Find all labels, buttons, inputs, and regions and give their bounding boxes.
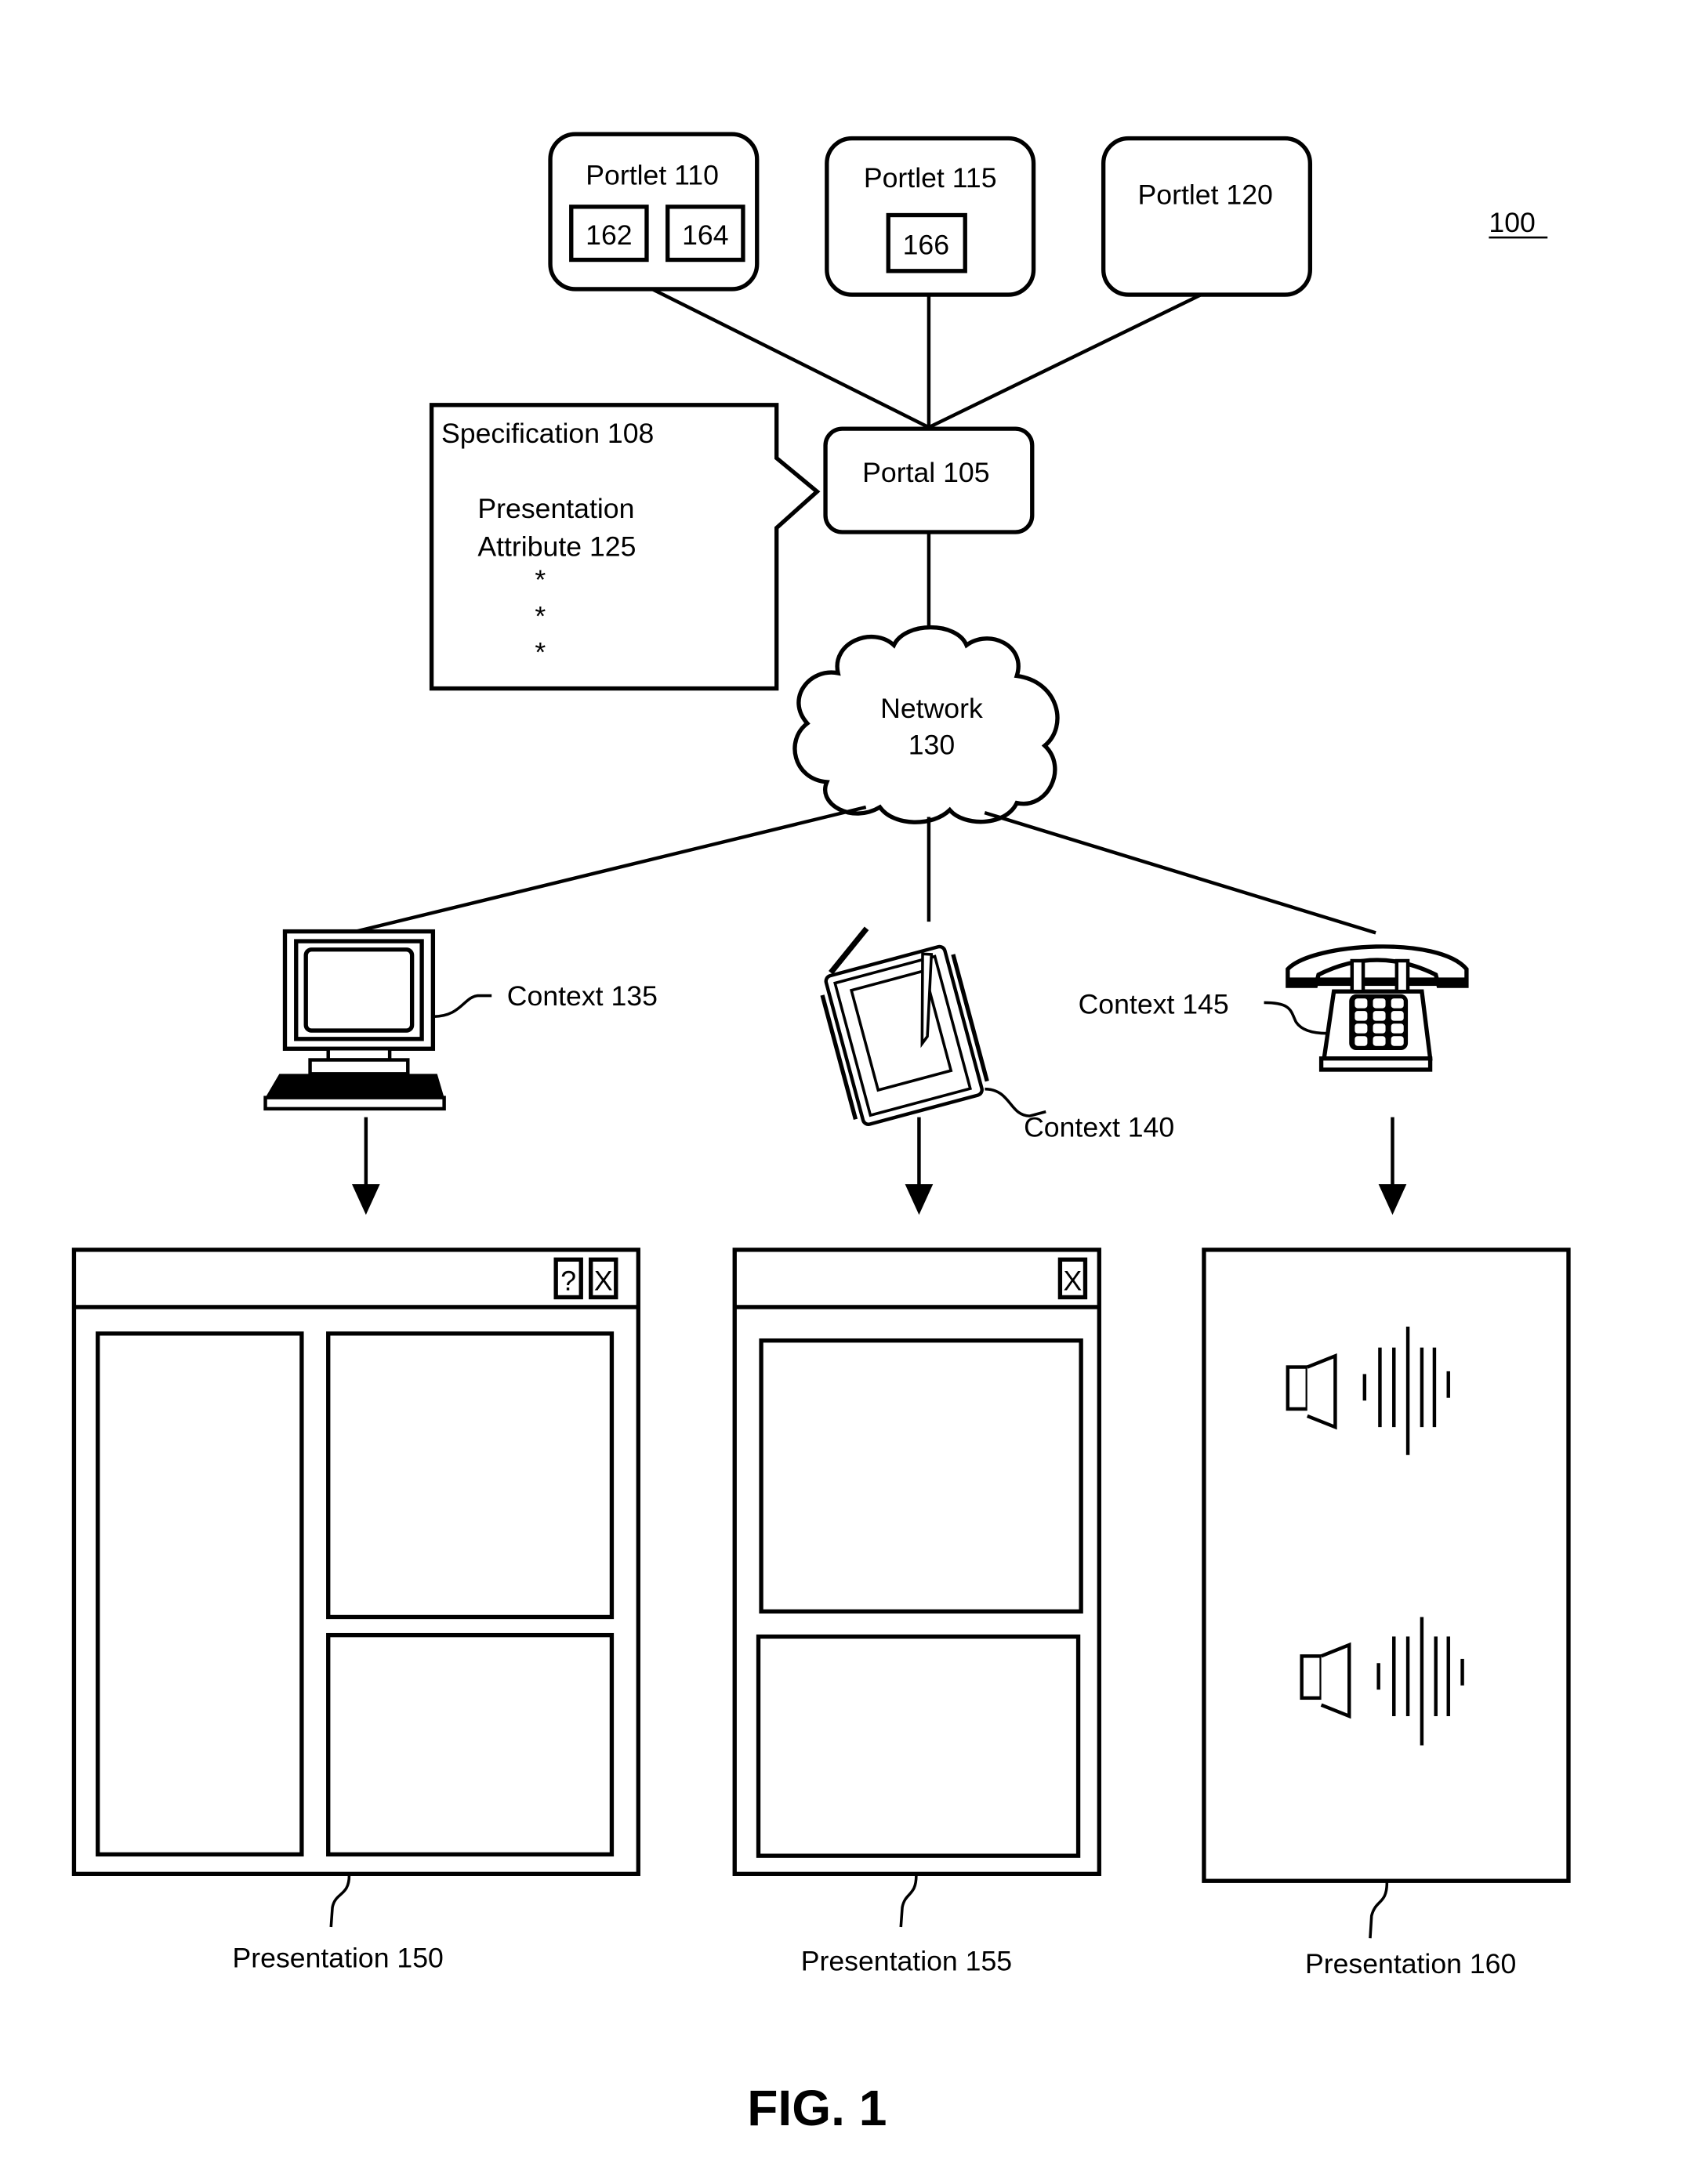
content-pane-top: [759, 1338, 1083, 1614]
help-icon: ?: [560, 1266, 576, 1297]
cloud-icon: [792, 625, 1060, 824]
pda-icon: [820, 926, 1046, 1126]
telephone-icon: [1264, 944, 1469, 1072]
portlet-120[interactable]: Portlet 120: [1101, 136, 1313, 297]
patent-diagram: 100 Portlet 110 162 164 Portlet 115 166 …: [71, 132, 1571, 2136]
portlet-120-label: Portlet 120: [1138, 179, 1273, 210]
content-pane-left: [96, 1331, 304, 1857]
presentation-160-window[interactable]: [1202, 1248, 1571, 1883]
portlet-115-label: Portlet 115: [864, 162, 997, 194]
context-145-label: Context 145: [1079, 989, 1229, 1020]
component-164: 164: [682, 219, 728, 251]
context-135-label: Context 135: [507, 980, 658, 1012]
portlet-115[interactable]: Portlet 115 166: [825, 136, 1036, 297]
presentation-attribute-line1: Presentation: [477, 493, 634, 524]
portlet-110[interactable]: Portlet 110 162 164: [548, 132, 760, 292]
ellipsis-mark: *: [535, 600, 546, 632]
ellipsis-mark: *: [535, 637, 546, 668]
close-icon: X: [1064, 1266, 1083, 1297]
portlet-110-label: Portlet 110: [586, 159, 719, 190]
presentation-150-window[interactable]: ? X: [71, 1248, 640, 1876]
network-label-line1: Network: [880, 693, 983, 724]
context-140-label: Context 140: [1024, 1112, 1174, 1143]
content-pane-bottom: [756, 1634, 1081, 1858]
arrow-down-icon: [905, 1184, 934, 1215]
connector-computer: [355, 805, 867, 933]
component-166: 166: [903, 229, 949, 260]
connector-phone: [984, 811, 1376, 935]
device-connectors: [355, 805, 1376, 935]
figure-reference-number: 100: [1489, 207, 1535, 238]
presentation-155-label: Presentation 155: [801, 1945, 1012, 1976]
close-button[interactable]: X: [1057, 1257, 1088, 1300]
portal-105[interactable]: Portal 105: [823, 426, 1035, 534]
close-icon: X: [594, 1266, 613, 1297]
presentation-150-label: Presentation 150: [233, 1943, 444, 1974]
content-pane-bottom-right: [326, 1632, 615, 1857]
specification-callout: Specification 108 Presentation Attribute…: [429, 403, 821, 691]
arrow-down-icon: [1378, 1184, 1407, 1215]
close-button[interactable]: X: [589, 1257, 618, 1300]
ellipsis-mark: *: [535, 564, 546, 596]
arrow-down-icon: [352, 1184, 380, 1215]
specification-title: Specification 108: [441, 418, 654, 449]
presentation-attribute-line2: Attribute 125: [477, 531, 636, 562]
figure-caption: FIG. 1: [747, 2080, 887, 2136]
component-162: 162: [586, 219, 632, 251]
presentation-160-label: Presentation 160: [1305, 1948, 1516, 1979]
portal-label: Portal 105: [862, 457, 989, 488]
content-pane-top-right: [326, 1331, 615, 1620]
connector-portlet-120: [927, 292, 1205, 429]
help-button[interactable]: ?: [553, 1257, 583, 1300]
network-130[interactable]: Network 130: [792, 625, 1060, 824]
network-label-line2: 130: [908, 729, 955, 760]
presentation-155-window[interactable]: X: [732, 1248, 1101, 1876]
figure-reference: 100: [1489, 207, 1548, 239]
desktop-computer-icon: [263, 929, 492, 1111]
arrows: [352, 1117, 1407, 1215]
